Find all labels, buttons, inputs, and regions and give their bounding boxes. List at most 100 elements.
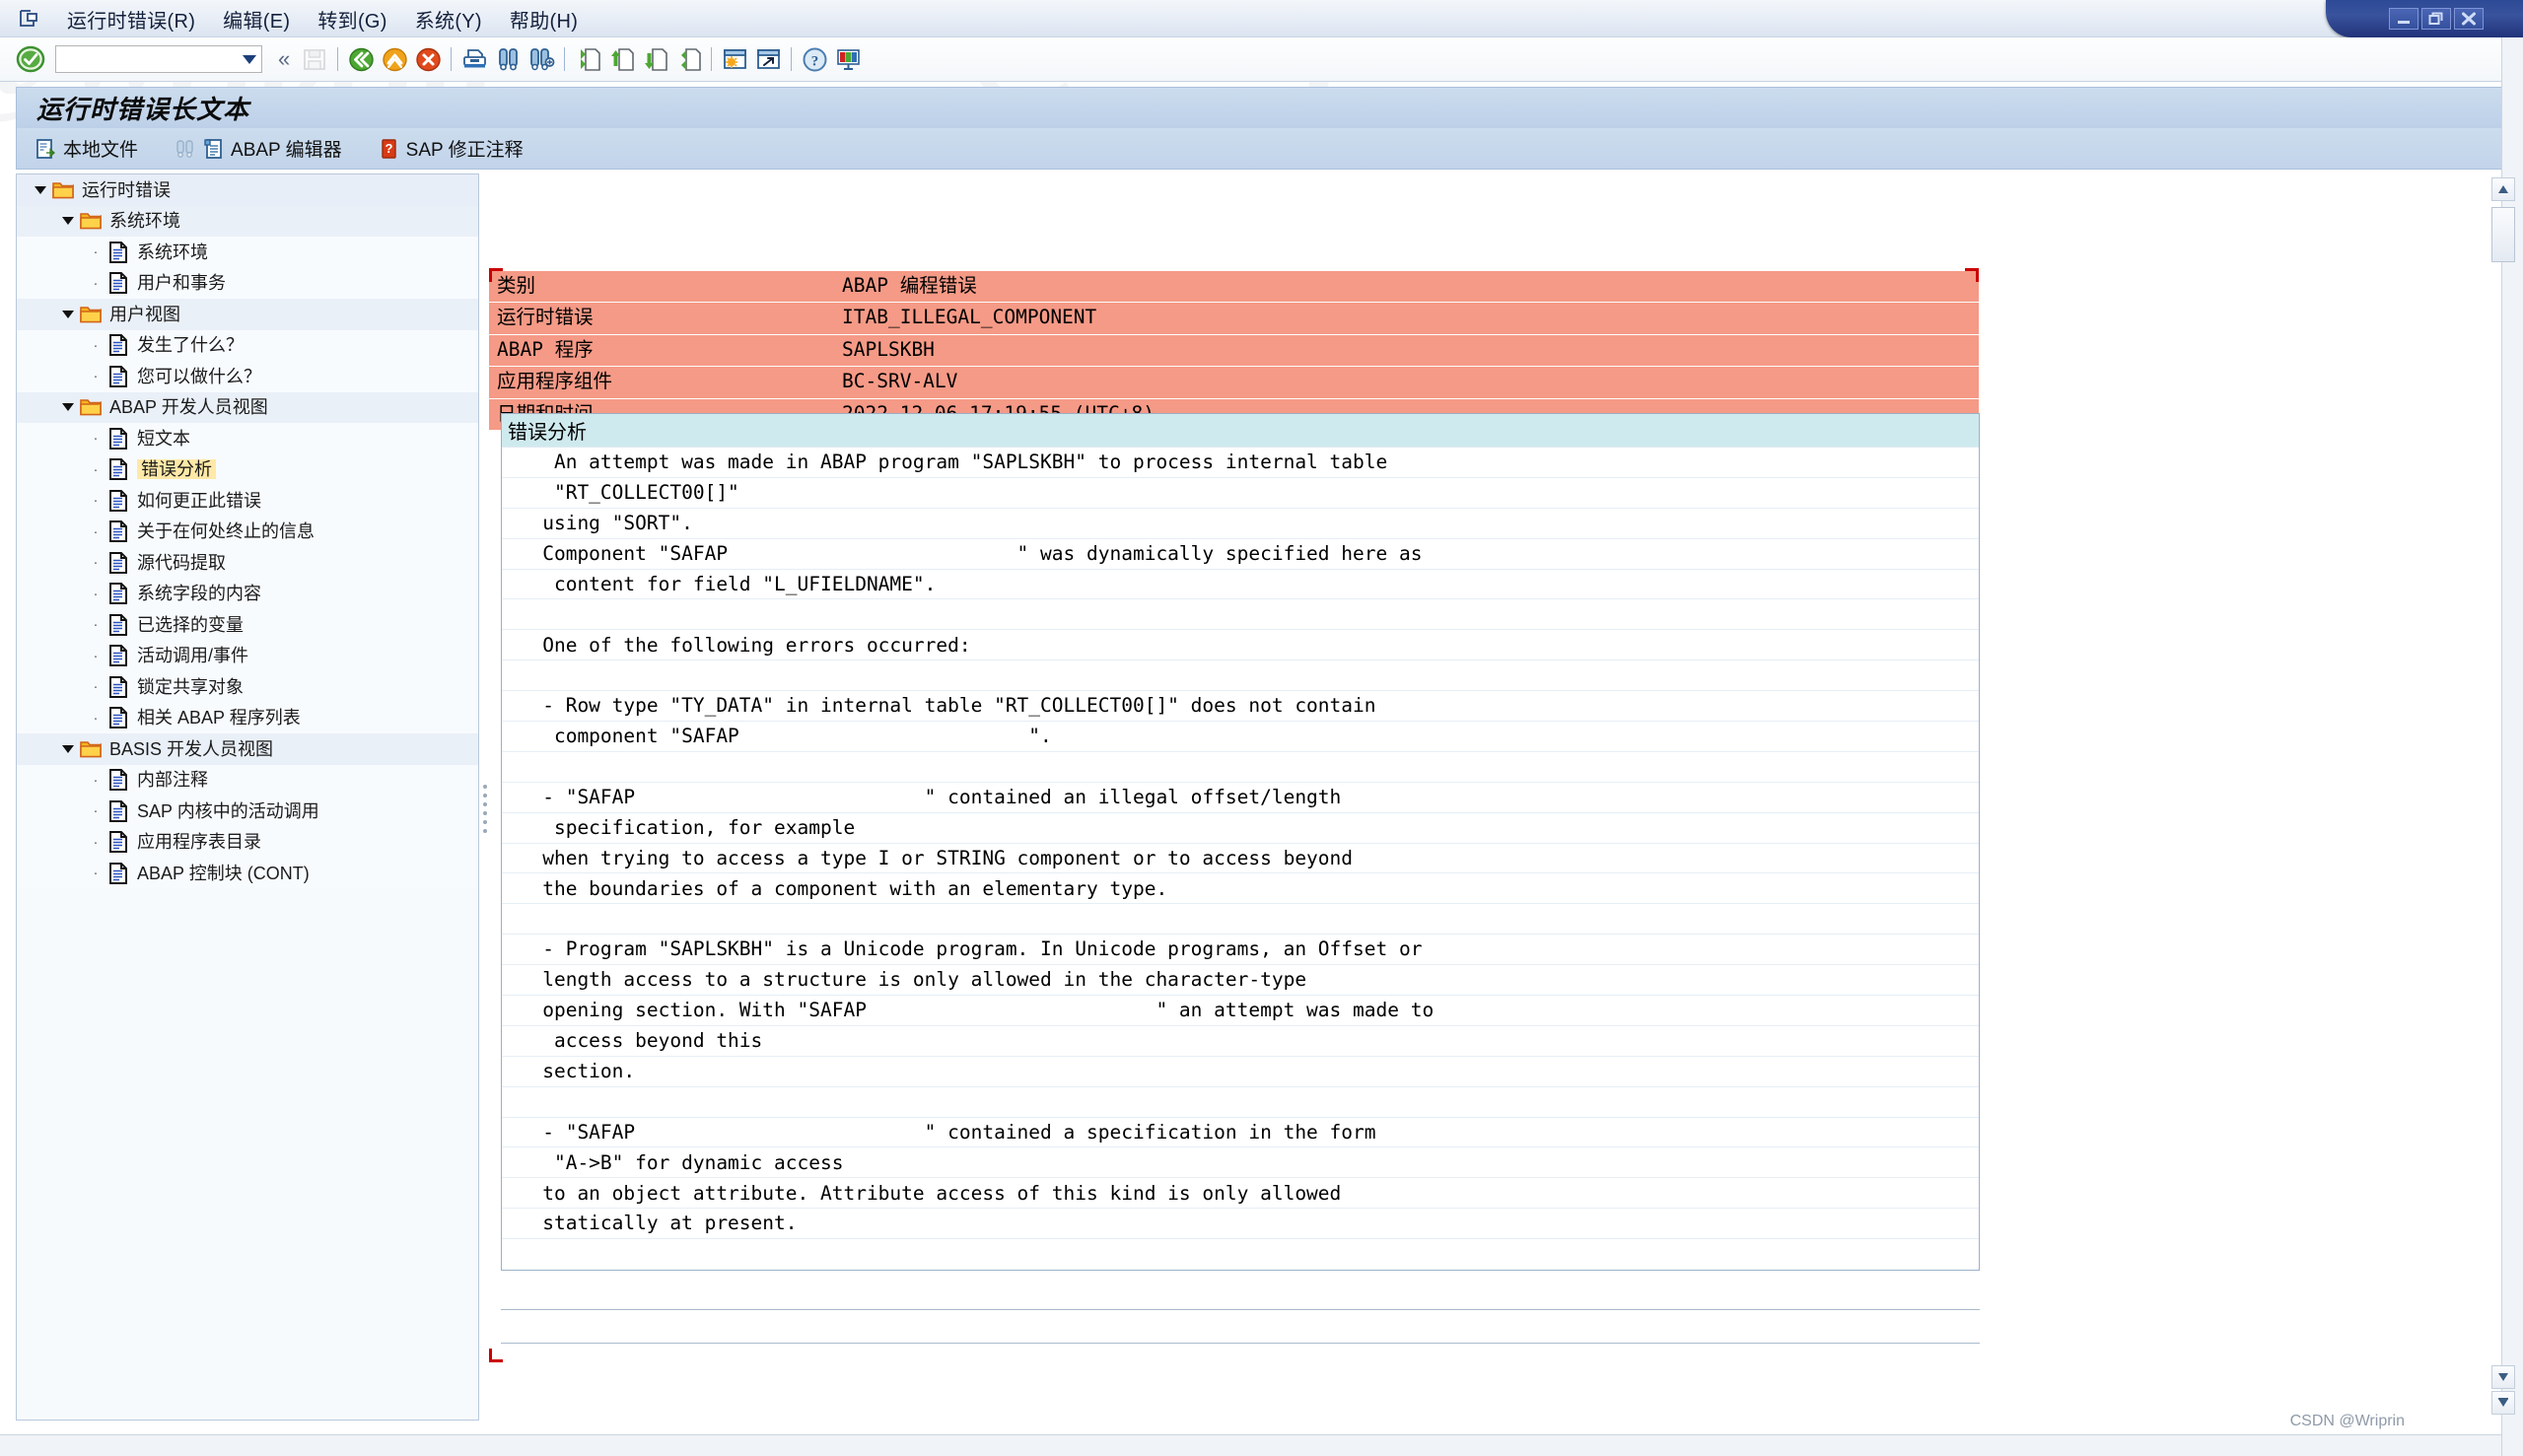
tree-node[interactable]: · 源代码提取 — [17, 547, 478, 579]
tree-node[interactable]: · 用户和事务 — [17, 267, 478, 299]
print-icon[interactable] — [459, 44, 489, 74]
help-icon[interactable]: ? — [800, 44, 829, 74]
scroll-page-down-button[interactable] — [2491, 1391, 2515, 1415]
tree-leaf-marker-icon: · — [93, 336, 99, 354]
error-analysis-line: content for field "L_UFIELDNAME". — [502, 570, 1979, 600]
minimize-button[interactable] — [2389, 8, 2418, 30]
error-analysis-line: the boundaries of a component with an el… — [502, 873, 1979, 905]
menu-item-runtime-error[interactable]: 运行时错误(R) — [53, 1, 209, 37]
restore-button[interactable] — [2421, 8, 2451, 30]
chevron-down-icon[interactable] — [31, 180, 50, 200]
navigation-tree[interactable]: 运行时错误 系统环境 · 系统环境 · 用户和事务用户视图 · 发生了什么？ · 您可以做什么？ A… — [16, 173, 479, 1421]
document-icon — [107, 583, 129, 605]
local-file-button[interactable]: 本地文件 — [31, 132, 148, 165]
last-page-icon[interactable] — [673, 44, 703, 74]
tree-node[interactable]: 系统环境 — [17, 205, 478, 237]
tree-node[interactable]: · ABAP 控制块 (CONT) — [17, 858, 478, 889]
scroll-thumb[interactable] — [2491, 207, 2515, 262]
tree-leaf-marker-icon: · — [93, 771, 99, 789]
error-analysis-line — [502, 599, 1979, 631]
tree-node-label: 错误分析 — [137, 459, 216, 480]
tree-node[interactable]: · 短文本 — [17, 423, 478, 454]
command-input[interactable] — [62, 46, 242, 72]
chevron-down-icon[interactable] — [58, 211, 78, 231]
error-analysis-line: opening section. With "SAFAP " an attemp… — [502, 996, 1979, 1026]
first-page-icon[interactable] — [573, 44, 602, 74]
section-separator — [501, 1343, 1980, 1344]
standard-toolbar: « ? — [0, 37, 2523, 82]
system-menu-icon[interactable] — [16, 6, 41, 32]
chevron-down-icon[interactable] — [58, 305, 78, 324]
tree-node[interactable]: · 应用程序表目录 — [17, 826, 478, 858]
panel-splitter[interactable] — [480, 769, 489, 848]
tree-node[interactable]: · 系统字段的内容 — [17, 578, 478, 609]
tree-node[interactable]: 用户视图 — [17, 299, 478, 330]
find-icon[interactable] — [493, 44, 523, 74]
tree-node[interactable]: 运行时错误 — [17, 174, 478, 206]
menu-item-help[interactable]: 帮助(H) — [496, 1, 592, 37]
tree-node[interactable]: · 系统环境 — [17, 237, 478, 268]
exit-yellow-icon[interactable] — [380, 44, 409, 74]
error-analysis-line — [502, 1087, 1979, 1118]
error-analysis-line: length access to a structure is only all… — [502, 965, 1979, 997]
back-green-icon[interactable] — [346, 44, 376, 74]
tree-node[interactable]: ABAP 开发人员视图 — [17, 391, 478, 423]
error-summary-key: ABAP 程序 — [489, 333, 834, 367]
error-analysis-line: to an object attribute. Attribute access… — [502, 1178, 1979, 1210]
tree-node[interactable]: · 锁定共享对象 — [17, 671, 478, 703]
tree-node[interactable]: · 发生了什么？ — [17, 329, 478, 361]
tree-node-label: BASIS 开发人员视图 — [109, 738, 274, 759]
error-analysis-line: "A->B" for dynamic access — [502, 1147, 1979, 1179]
tree-node[interactable]: · 内部注释 — [17, 764, 478, 796]
find-next-icon[interactable] — [526, 44, 556, 74]
chevron-down-icon[interactable] — [242, 53, 257, 65]
tree-node[interactable]: · 如何更正此错误 — [17, 485, 478, 517]
previous-page-icon[interactable] — [606, 44, 636, 74]
collapse-toolbar-button[interactable]: « — [270, 48, 298, 70]
tree-node[interactable]: BASIS 开发人员视图 — [17, 733, 478, 765]
tree-node[interactable]: · 错误分析 — [17, 453, 478, 485]
error-analysis-header: 错误分析 — [502, 414, 1979, 448]
tree-node-label: 用户和事务 — [137, 273, 226, 294]
section-separator — [501, 1309, 1980, 1310]
create-shortcut-icon[interactable] — [753, 44, 783, 74]
menu-item-edit[interactable]: 编辑(E) — [209, 1, 304, 37]
scroll-down-button[interactable] — [2491, 1365, 2515, 1389]
error-analysis-line: - "SAFAP " contained a specification in … — [502, 1118, 1979, 1148]
menu-item-goto[interactable]: 转到(G) — [304, 1, 400, 37]
error-summary-row: 类别 ABAP 编程错误 — [489, 271, 1979, 303]
tree-node-label: 内部注释 — [137, 770, 208, 791]
status-watermark: CSDN @Wriprin — [2289, 1413, 2405, 1429]
content-vertical-scrollbar[interactable] — [2491, 177, 2515, 1415]
window-horizontal-scrollbar[interactable] — [0, 1434, 2501, 1456]
tree-node[interactable]: · SAP 内核中的活动调用 — [17, 796, 478, 827]
enter-check-icon[interactable] — [16, 44, 45, 74]
chevron-down-icon[interactable] — [58, 397, 78, 417]
error-analysis-title: 错误分析 — [508, 420, 587, 444]
tree-node[interactable]: · 关于在何处终止的信息 — [17, 516, 478, 547]
tree-leaf-marker-icon: · — [93, 274, 99, 292]
tree-node[interactable]: · 活动调用/事件 — [17, 640, 478, 671]
sap-note-button[interactable]: ? SAP 修正注释 — [374, 132, 533, 165]
tree-leaf-marker-icon: · — [93, 585, 99, 602]
menu-item-system[interactable]: 系统(Y) — [401, 1, 496, 37]
close-button[interactable] — [2454, 8, 2484, 30]
scroll-up-button[interactable] — [2491, 177, 2515, 201]
tree-node-label: 关于在何处终止的信息 — [137, 521, 315, 542]
document-icon — [107, 241, 129, 263]
folder-icon — [80, 210, 102, 232]
command-field[interactable] — [55, 45, 262, 73]
create-session-icon[interactable] — [720, 44, 749, 74]
customize-layout-icon[interactable] — [833, 44, 863, 74]
tree-node-label: 相关 ABAP 程序列表 — [137, 708, 301, 728]
tree-leaf-marker-icon: · — [93, 709, 99, 727]
abap-editor-button[interactable]: ABAP 编辑器 — [170, 132, 352, 165]
next-page-icon[interactable] — [640, 44, 669, 74]
tree-node-label: 应用程序表目录 — [137, 832, 261, 853]
error-analysis-line — [502, 904, 1979, 936]
tree-node[interactable]: · 您可以做什么？ — [17, 361, 478, 392]
cancel-red-icon[interactable] — [413, 44, 443, 74]
tree-node[interactable]: · 相关 ABAP 程序列表 — [17, 702, 478, 733]
chevron-down-icon[interactable] — [58, 739, 78, 759]
tree-node[interactable]: · 已选择的变量 — [17, 609, 478, 641]
